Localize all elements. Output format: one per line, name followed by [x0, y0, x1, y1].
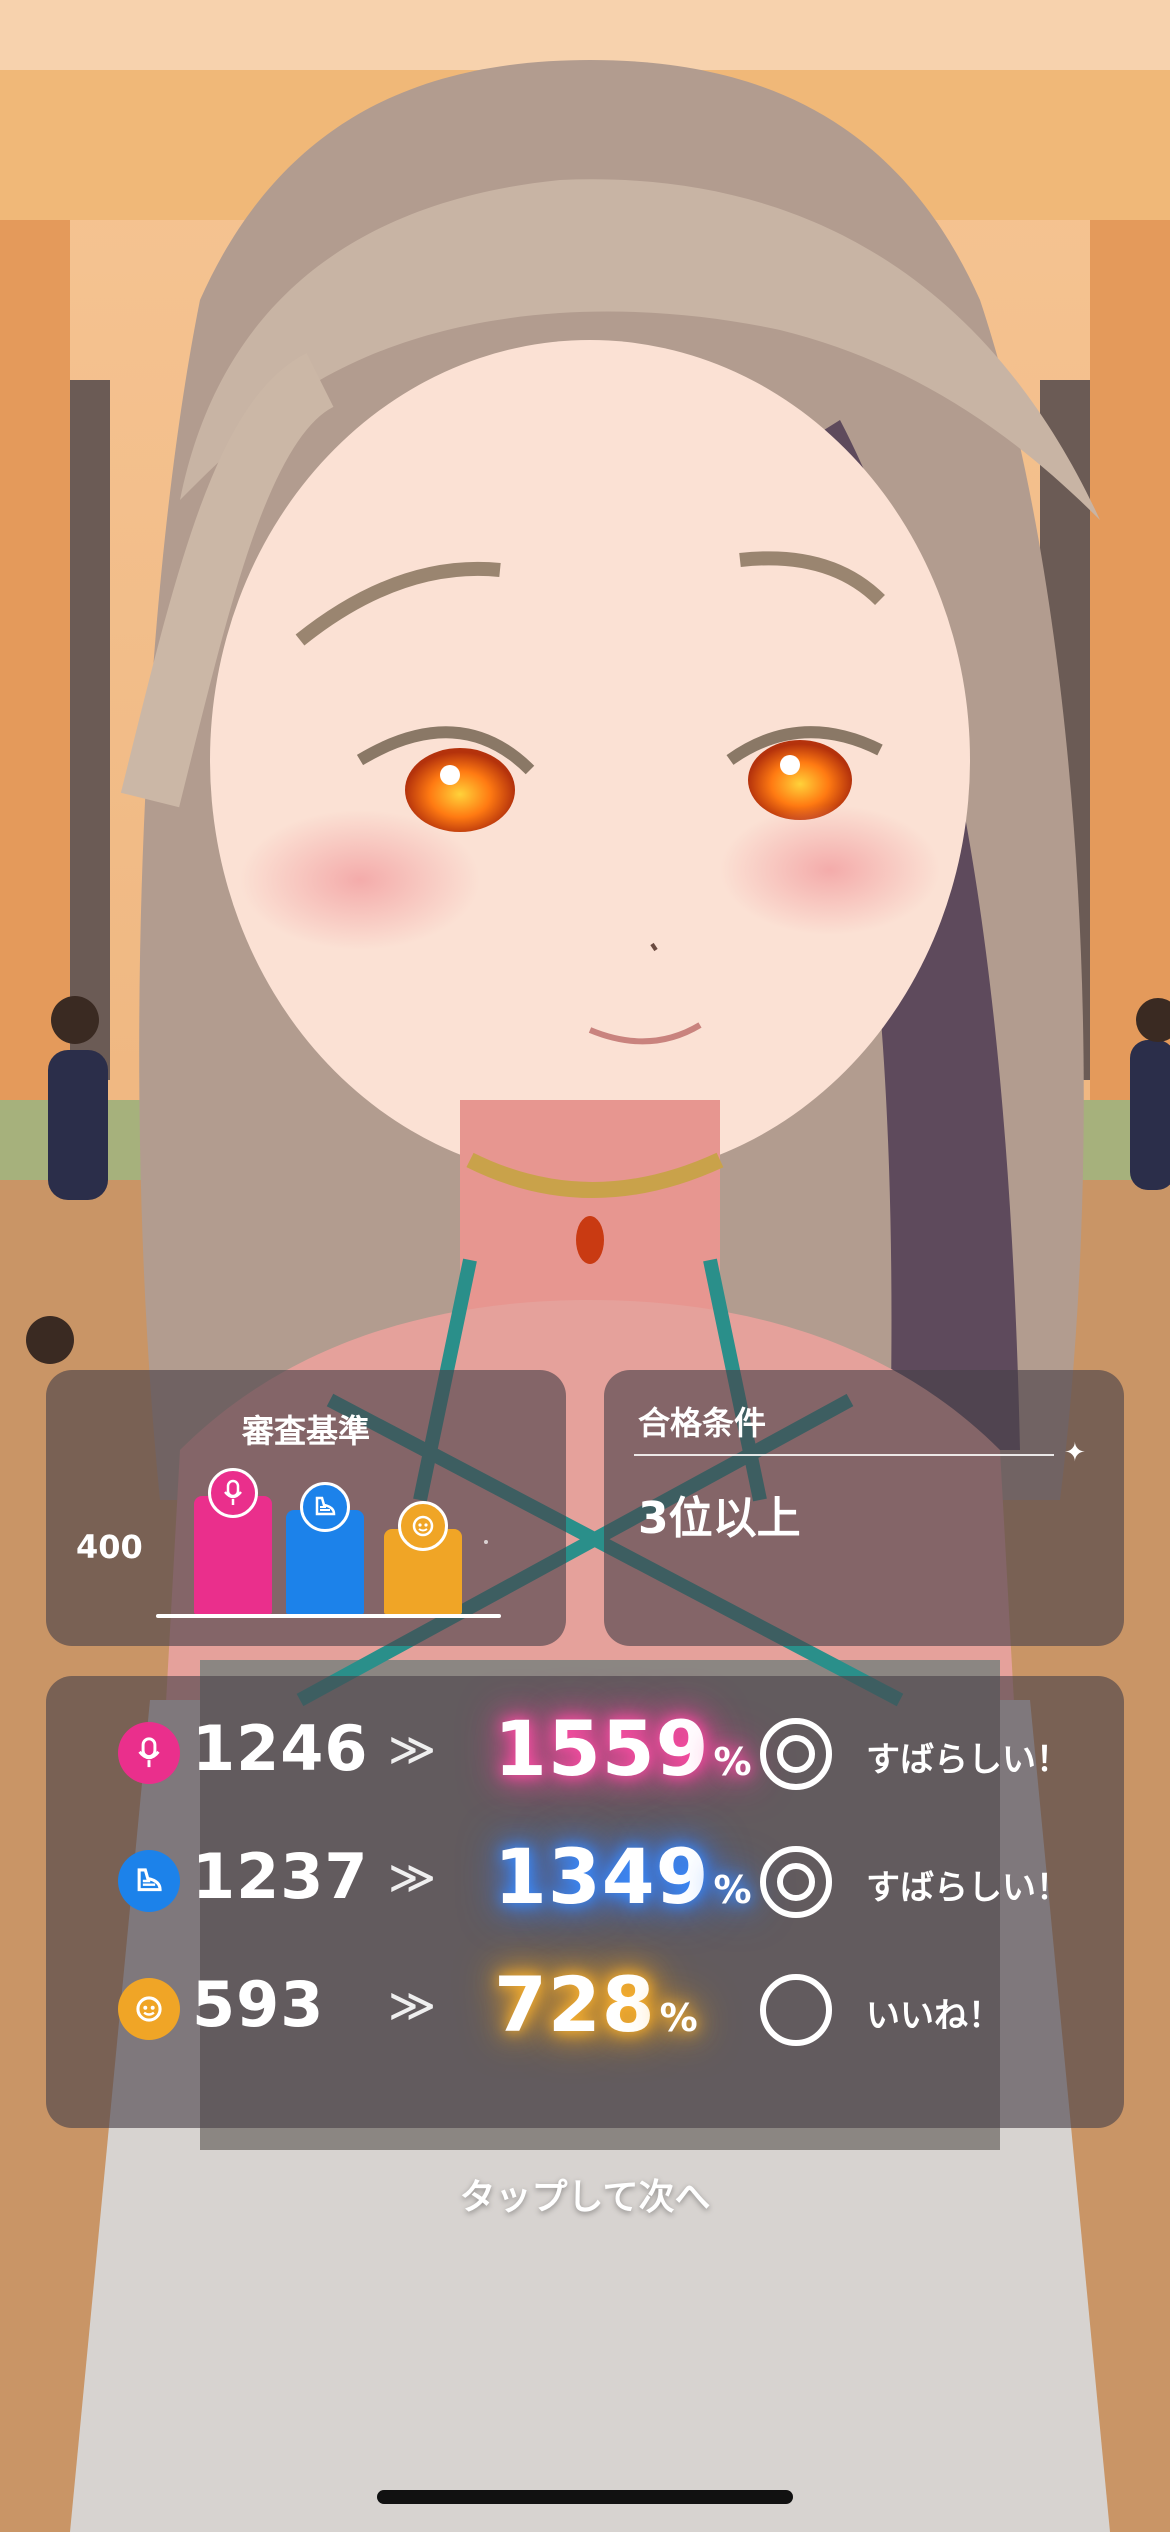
pass-condition-panel: 合格条件 ✦ 3位以上: [604, 1370, 1124, 1646]
stat-before-value: 593: [192, 1968, 325, 2041]
stat-row-vocal: 1246 ≫ 1559% すばらしい！: [46, 1698, 1124, 1808]
double-circle-grade-icon: [760, 1718, 832, 1790]
double-circle-grade-icon: [760, 1846, 832, 1918]
microphone-icon: [208, 1468, 258, 1518]
circle-grade-icon: [760, 1974, 832, 2046]
stat-after-number: 1349: [494, 1832, 710, 1921]
stat-before-value: 1237: [192, 1840, 369, 1913]
stat-rating: いいね！: [866, 1996, 1002, 2036]
dance-shoe-icon: [300, 1482, 350, 1532]
stat-after-value: 1559%: [494, 1704, 753, 1793]
visual-face-icon: [398, 1501, 448, 1551]
double-arrow-icon: ≫: [388, 1722, 436, 1776]
double-arrow-icon: ≫: [388, 1978, 436, 2032]
criteria-dot-decor: [484, 1540, 488, 1544]
pass-condition-divider: [634, 1454, 1054, 1456]
criteria-title: 審査基準: [241, 1412, 370, 1450]
stat-row-visual: 593 ≫ 728% いいね！: [46, 1954, 1124, 2064]
microphone-icon: [118, 1722, 180, 1784]
tap-to-continue[interactable]: タップして次へ: [0, 2168, 1170, 2220]
stat-rating: すばらしい！: [866, 1868, 1070, 1908]
percent-unit: %: [713, 1740, 753, 1784]
percent-unit: %: [713, 1868, 753, 1912]
stat-rating: すばらしい！: [866, 1740, 1070, 1780]
sparkle-icon: ✦: [1064, 1438, 1086, 1468]
criteria-panel: 審査基準 400: [46, 1370, 566, 1646]
stat-after-value: 1349%: [494, 1832, 753, 1921]
stat-row-dance: 1237 ≫ 1349% すばらしい！: [46, 1826, 1124, 1936]
pass-condition-title: 合格条件: [638, 1404, 767, 1442]
pass-condition-value: 3位以上: [638, 1493, 801, 1544]
percent-unit: %: [659, 1996, 699, 2040]
double-arrow-icon: ≫: [388, 1850, 436, 1904]
criteria-axis-value: 400: [76, 1528, 143, 1566]
stats-panel: 1246 ≫ 1559% すばらしい！ 1237 ≫ 1349% すばらしい！ …: [46, 1676, 1124, 2128]
criteria-baseline: [156, 1614, 501, 1618]
stat-after-number: 1559: [494, 1704, 710, 1793]
visual-face-icon: [118, 1978, 180, 2040]
home-indicator[interactable]: [377, 2490, 793, 2504]
stat-before-value: 1246: [192, 1712, 369, 1785]
character-illustration: [0, 0, 1170, 2532]
dance-shoe-icon: [118, 1850, 180, 1912]
game-scene-background: [0, 0, 1170, 2532]
stat-after-number: 728: [494, 1960, 656, 2049]
stat-after-value: 728%: [494, 1960, 699, 2049]
